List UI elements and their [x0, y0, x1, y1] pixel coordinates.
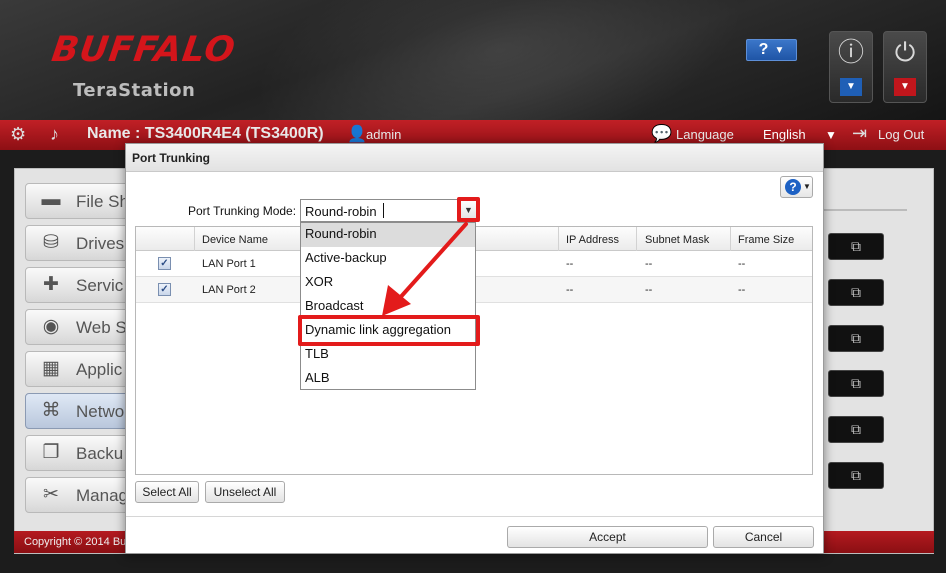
mode-option[interactable]: ALB — [301, 367, 475, 391]
help-icon: ? — [785, 179, 801, 195]
subnet-mask-cell: -- — [645, 258, 653, 270]
mode-option[interactable]: TLB — [301, 343, 475, 367]
sidebar-item-label: Backu — [76, 444, 124, 463]
sidebar-item-label: Servic — [76, 276, 124, 295]
mode-option[interactable]: Round-robin — [301, 223, 475, 247]
applications-icon: ▦ — [42, 358, 60, 379]
open-settings-button[interactable]: ⧉ — [828, 462, 884, 489]
column-device-name: Device Name — [202, 234, 269, 246]
power-icon: ⏻ — [894, 37, 916, 67]
music-icon[interactable]: ♪ — [50, 124, 59, 145]
chevron-down-icon: ▼ — [803, 182, 811, 191]
column-frame-size: Frame Size — [738, 234, 795, 246]
row-checkbox[interactable]: ✓ — [158, 283, 171, 296]
chevron-down-icon: ▼ — [825, 128, 837, 142]
mode-option[interactable]: XOR — [301, 271, 475, 295]
services-icon: ✚ — [43, 274, 59, 295]
app-header: BUFFALO TeraStation ? ▼ ⓘ ▼ ⏻ ▼ — [0, 0, 946, 120]
ip-address-cell: -- — [566, 284, 574, 296]
header-sheen — [232, 0, 768, 120]
column-ip-address: IP Address — [566, 234, 619, 246]
open-settings-button[interactable]: ⧉ — [828, 370, 884, 397]
power-button[interactable]: ⏻ ▼ — [883, 31, 927, 103]
language-icon: 💬 — [651, 124, 673, 143]
device-name: Name : TS3400R4E4 (TS3400R) — [87, 125, 324, 142]
dialog-title: Port Trunking — [132, 151, 210, 165]
user-icon: 👤 — [347, 126, 367, 143]
divider — [815, 209, 907, 211]
text-caret — [383, 203, 384, 218]
copyright-text: Copyright © 2014 Bu — [24, 536, 127, 548]
column-separator — [730, 227, 731, 251]
backup-icon: ❐ — [42, 442, 60, 463]
drive-icon: ⛁ — [43, 232, 59, 253]
chevron-down-icon: ▼ — [840, 78, 862, 96]
cancel-button[interactable]: Cancel — [713, 526, 814, 548]
sidebar-item-label: File Sh — [76, 192, 129, 211]
open-settings-button[interactable]: ⧉ — [828, 325, 884, 352]
settings-icon[interactable]: ⚙ — [10, 124, 26, 145]
logout-icon[interactable]: ⇥ — [852, 123, 867, 144]
info-button[interactable]: ⓘ ▼ — [829, 31, 873, 103]
device-name-cell: LAN Port 1 — [202, 258, 256, 270]
user-name: admin — [366, 127, 402, 142]
sidebar-item-label: Applic — [76, 360, 123, 379]
language-label: Language — [676, 127, 734, 142]
product-name: TeraStation — [73, 80, 196, 101]
frame-size-cell: -- — [738, 258, 746, 270]
column-separator — [558, 227, 559, 251]
dropdown-highlight-box — [457, 197, 480, 222]
mode-select-value: Round-robin — [305, 204, 377, 219]
sidebar-item-label: Drives — [76, 234, 125, 253]
external-link-icon: ⧉ — [851, 330, 861, 346]
network-icon: ⌘ — [41, 400, 61, 421]
folder-icon: ▬ — [41, 189, 61, 210]
open-settings-button[interactable]: ⧉ — [828, 233, 884, 260]
chevron-down-icon: ▼ — [774, 44, 785, 56]
unselect-all-button[interactable]: Unselect All — [205, 481, 285, 503]
language-select[interactable]: English ▼ — [753, 125, 845, 145]
help-menu-button[interactable]: ? ▼ — [746, 39, 797, 61]
ip-address-cell: -- — [566, 258, 574, 270]
sidebar-item-label: Web S — [76, 318, 127, 337]
dialog-titlebar: Port Trunking — [126, 144, 823, 172]
sidebar-item-label: Netwo — [76, 402, 125, 421]
port-trunking-mode-label: Port Trunking Mode: — [188, 204, 297, 218]
open-settings-button[interactable]: ⧉ — [828, 279, 884, 306]
mode-options-list: Round-robin Active-backup XOR Broadcast Dyna… — [300, 222, 476, 390]
device-name-cell: LAN Port 2 — [202, 284, 256, 296]
chevron-down-icon: ▼ — [894, 78, 916, 96]
divider — [126, 516, 823, 517]
port-trunking-dialog: Port Trunking ? ▼ Port Trunking Mode: Ro… — [125, 143, 824, 554]
row-checkbox[interactable]: ✓ — [158, 257, 171, 270]
subnet-mask-cell: -- — [645, 284, 653, 296]
external-link-icon: ⧉ — [851, 375, 861, 391]
language-value: English — [763, 127, 806, 142]
mode-option[interactable]: Active-backup — [301, 247, 475, 271]
dialog-help-button[interactable]: ? ▼ — [780, 176, 813, 198]
column-subnet-mask: Subnet Mask — [645, 234, 710, 246]
external-link-icon: ⧉ — [851, 467, 861, 483]
info-icon: ⓘ — [837, 37, 864, 67]
open-settings-button[interactable]: ⧉ — [828, 416, 884, 443]
external-link-icon: ⧉ — [851, 284, 861, 300]
option-highlight-box — [298, 315, 480, 346]
buffalo-logo: BUFFALO — [49, 30, 239, 70]
web-service-icon: ◉ — [42, 316, 60, 337]
help-label: ? — [758, 41, 769, 58]
accept-button[interactable]: Accept — [507, 526, 708, 548]
column-separator — [194, 227, 195, 251]
select-all-button[interactable]: Select All — [135, 481, 199, 503]
logout-link[interactable]: Log Out — [878, 127, 924, 142]
column-separator — [636, 227, 637, 251]
sidebar-item-label: Manag — [76, 486, 128, 505]
terastation-app: BUFFALO TeraStation ? ▼ ⓘ ▼ ⏻ ▼ ⚙ ♪ Name… — [0, 0, 946, 573]
frame-size-cell: -- — [738, 284, 746, 296]
external-link-icon: ⧉ — [851, 421, 861, 437]
management-icon: ✂ — [43, 484, 59, 505]
external-link-icon: ⧉ — [851, 238, 861, 254]
port-trunking-mode-select[interactable]: Round-robin — [300, 199, 478, 222]
